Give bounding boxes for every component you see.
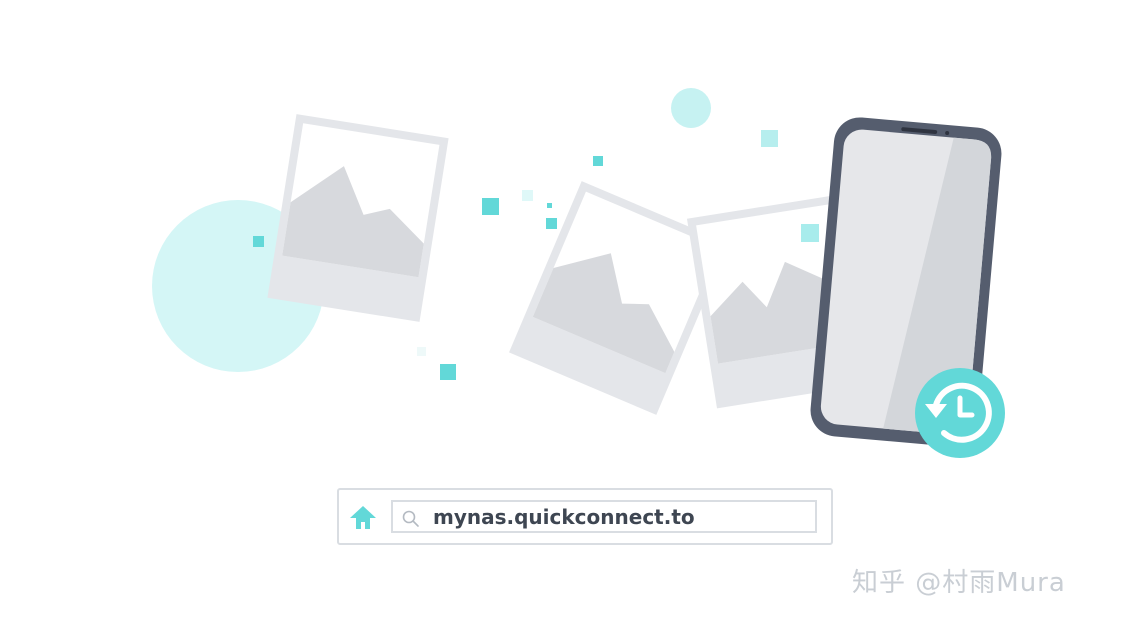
decor-circle-small [671, 88, 711, 128]
home-button[interactable] [349, 504, 377, 532]
url-input[interactable]: mynas.quickconnect.to [391, 500, 817, 533]
search-icon [402, 510, 419, 527]
address-bar: mynas.quickconnect.to [337, 488, 833, 545]
restore-history-icon [915, 368, 1005, 458]
url-text: mynas.quickconnect.to [433, 505, 695, 529]
photo-card-2 [509, 181, 729, 415]
home-icon [350, 506, 376, 529]
watermark: 知乎 @村雨Mura [852, 568, 1066, 598]
photo-card-1 [267, 114, 449, 322]
